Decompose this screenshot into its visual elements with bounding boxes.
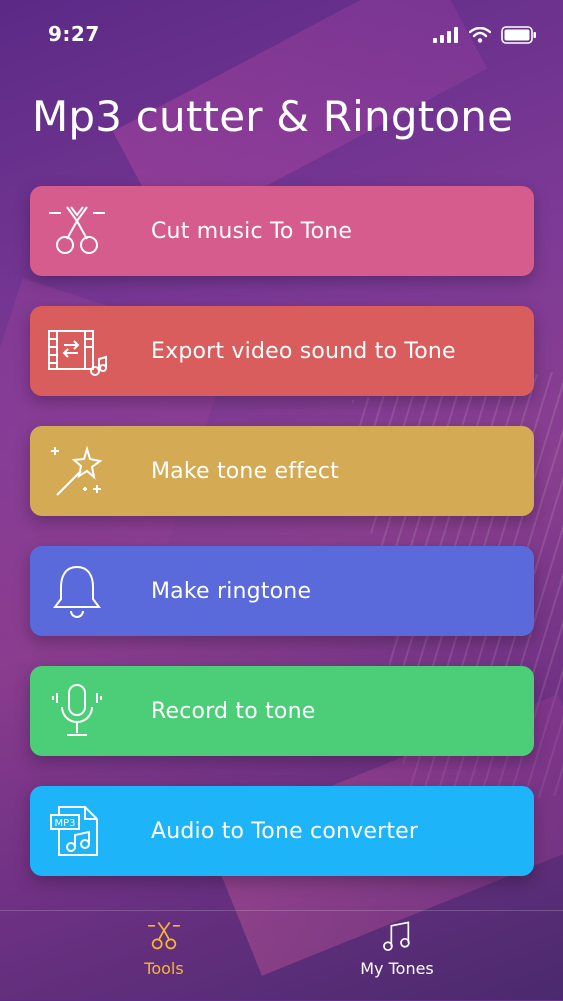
tab-label: Tools [144, 959, 184, 978]
battery-icon [501, 26, 536, 44]
bell-icon [46, 560, 108, 622]
tab-tools[interactable]: Tools [94, 919, 234, 999]
menu-item-cut-music[interactable]: Cut music To Tone [30, 186, 534, 276]
menu-item-label: Make tone effect [151, 458, 339, 484]
wifi-icon [469, 27, 491, 43]
status-bar: 9:27 [0, 0, 563, 70]
magic-wand-icon [46, 440, 108, 502]
menu-item-export-video[interactable]: Export video sound to Tone [30, 306, 534, 396]
menu-item-label: Audio to Tone converter [151, 818, 419, 844]
menu-item-label: Record to tone [151, 698, 316, 724]
mp3-file-icon: MP3 [46, 800, 108, 862]
signal-icon [433, 27, 458, 43]
video-music-icon [46, 320, 108, 382]
menu-item-tone-effect[interactable]: Make tone effect [30, 426, 534, 516]
scissors-icon [46, 200, 108, 262]
menu-item-audio-converter[interactable]: MP3 Audio to Tone converter [30, 786, 534, 876]
tab-label: My Tones [360, 959, 434, 978]
menu-item-label: Export video sound to Tone [151, 338, 456, 364]
menu-item-record[interactable]: Record to tone [30, 666, 534, 756]
status-icons [433, 26, 537, 44]
music-note-icon [383, 921, 410, 952]
scissors-icon [148, 921, 180, 950]
status-time: 9:27 [48, 22, 100, 46]
microphone-icon [46, 680, 108, 742]
tab-bar: Tools My Tones [0, 910, 563, 1001]
menu-item-make-ringtone[interactable]: Make ringtone [30, 546, 534, 636]
svg-text:MP3: MP3 [54, 818, 75, 829]
app-title: Mp3 cutter & Ringtone [32, 92, 514, 141]
tab-my-tones[interactable]: My Tones [327, 919, 467, 999]
menu-item-label: Make ringtone [151, 578, 312, 604]
menu-item-label: Cut music To Tone [151, 218, 353, 244]
